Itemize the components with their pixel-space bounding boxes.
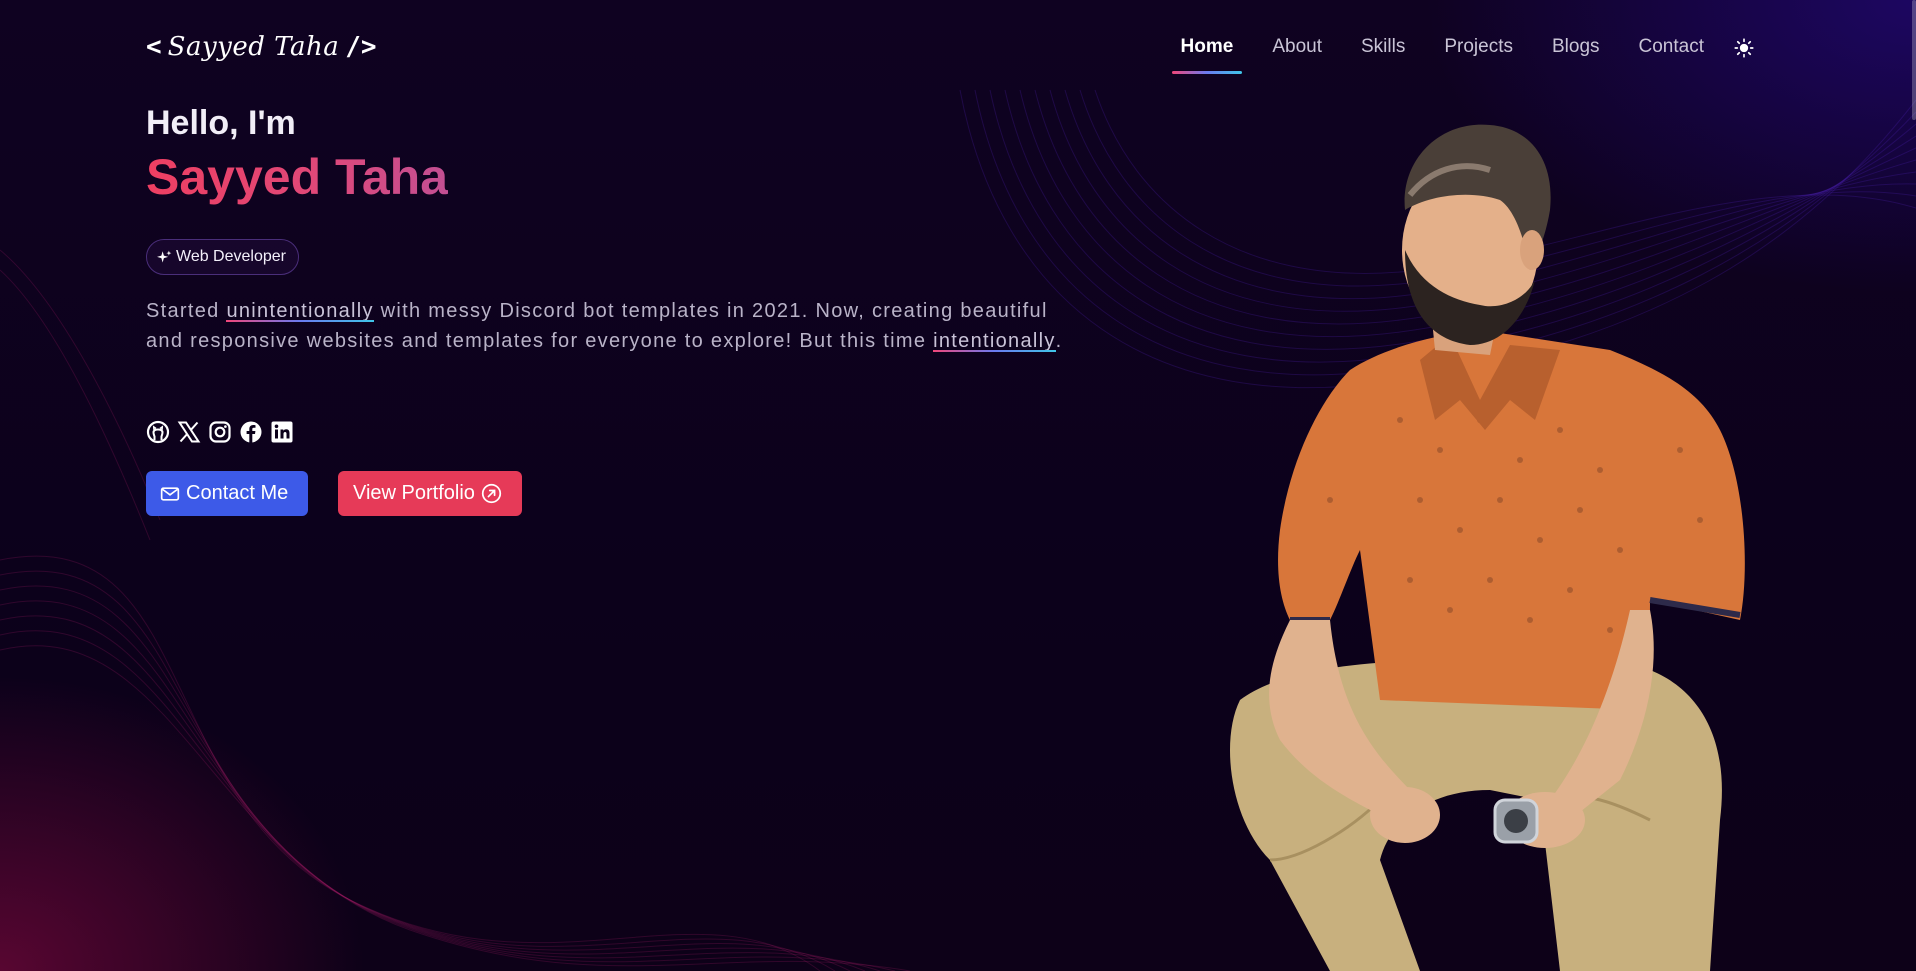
logo-text: Sayyed Taha [167,32,340,62]
view-portfolio-label: View Portfolio [353,482,475,504]
logo-open-bracket: < [146,32,162,62]
hero-name: Sayyed Taha [146,149,449,205]
social-links [146,420,294,444]
envelope-icon [160,486,180,501]
nav-home[interactable]: Home [1171,30,1243,74]
role-badge-label: Web Developer [176,248,286,265]
sun-icon[interactable] [1732,36,1756,60]
desc-emphasis-unintentionally: unintentionally [226,300,374,322]
instagram-icon[interactable] [208,420,232,444]
contact-me-button[interactable]: Contact Me [146,471,308,516]
github-icon[interactable] [146,420,170,444]
page: < Sayyed Taha /> Home About Skills Proje… [0,0,1916,971]
role-badge: Web Developer [146,239,299,275]
x-icon[interactable] [177,420,201,444]
desc-part-1: Started [146,300,227,322]
view-portfolio-button[interactable]: View Portfolio [338,471,522,516]
main-nav: Home About Skills Projects Blogs Contact [1142,30,1756,74]
desc-emphasis-intentionally: intentionally [933,330,1056,352]
nav-skills[interactable]: Skills [1361,30,1405,66]
nav-projects[interactable]: Projects [1444,30,1513,66]
facebook-icon[interactable] [239,420,263,444]
nav-contact[interactable]: Contact [1639,30,1704,66]
contact-me-label: Contact Me [186,482,289,504]
site-logo[interactable]: < Sayyed Taha /> [146,24,377,70]
nav-blogs[interactable]: Blogs [1552,30,1600,66]
logo-close-bracket: /> [345,32,377,62]
sparkles-icon [157,250,172,262]
hero-greeting: Hello, I'm [146,104,296,142]
arrow-up-right-circle-icon [481,483,502,504]
linkedin-icon[interactable] [270,420,294,444]
hero-description: Started unintentionally with messy Disco… [146,296,1066,356]
page-scrollbar[interactable] [1912,0,1916,120]
nav-about[interactable]: About [1272,30,1322,66]
desc-part-3: . [1055,330,1063,352]
profile-photo [1230,124,1745,971]
